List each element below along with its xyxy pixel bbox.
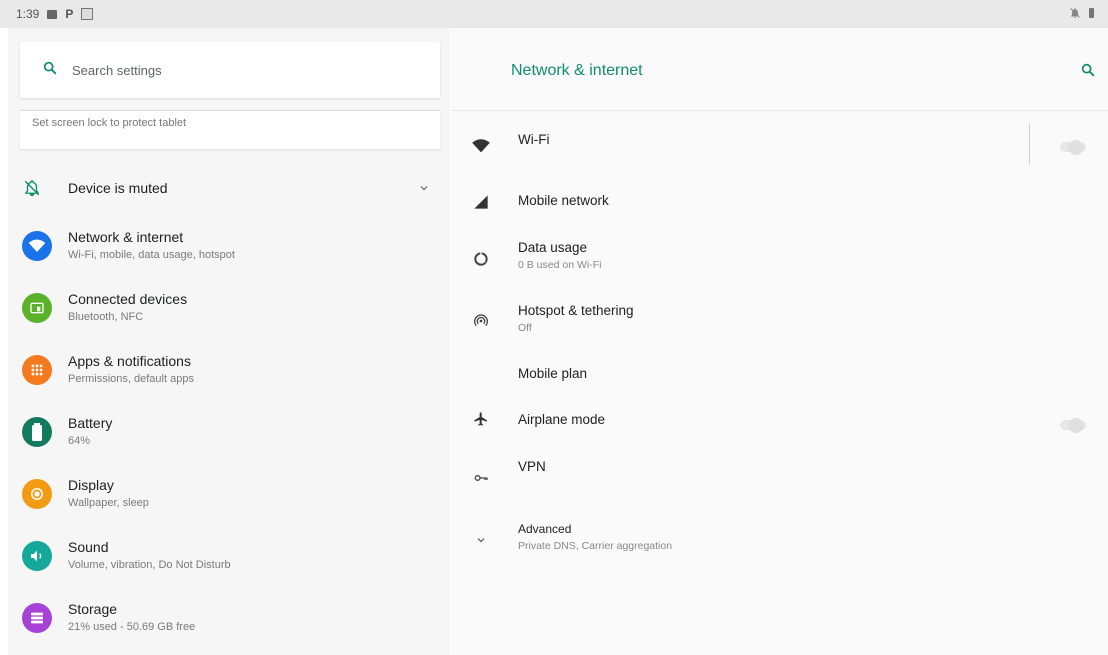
sidebar-item-title: Battery [68,415,113,431]
battery-status-icon [1089,8,1094,18]
data-usage-summary: 0 B used on Wi-Fi [518,259,602,271]
mobile-plan-row[interactable]: Mobile plan [451,356,1108,406]
toggle-thumb [1069,418,1083,432]
sidebar-item-apps[interactable]: Apps & notifications Permissions, defaul… [8,344,450,396]
airplane-icon [471,409,491,429]
vpn-label: VPN [518,459,546,474]
sidebar-item-network[interactable]: Network & internet Wi-Fi, mobile, data u… [8,220,450,272]
sidebar-item-subtitle: Wallpaper, sleep [68,497,149,509]
status-bar: 1:39 P [0,0,1108,28]
sidebar-item-battery[interactable]: Battery 64% [8,406,450,458]
advanced-row[interactable]: Advanced Private DNS, Carrier aggregatio… [451,518,1108,568]
muted-bell-icon [20,179,44,197]
battery-icon [22,417,52,447]
sidebar-item-title: Display [68,477,114,493]
sidebar-item-subtitle: 64% [68,435,91,447]
wifi-icon [22,231,52,261]
parking-icon: P [65,7,74,21]
search-icon[interactable] [1080,62,1096,83]
sidebar-item-sound[interactable]: Sound Volume, vibration, Do Not Disturb [8,530,450,582]
mobile-plan-label: Mobile plan [518,366,588,381]
chevron-down-icon[interactable] [418,181,430,199]
toggle-thumb [1069,140,1083,154]
airplane-mode-label: Airplane mode [518,412,606,427]
volume-icon [22,541,52,571]
wifi-icon [471,136,491,156]
advanced-label: Advanced [518,522,572,536]
device-muted-condition[interactable]: Device is muted [8,168,450,208]
muted-icon [1070,8,1080,18]
sidebar-item-title: Storage [68,601,118,617]
apps-icon [22,355,52,385]
muted-label: Device is muted [68,180,168,196]
sidebar-item-title: Apps & notifications [68,353,191,369]
notification-image-icon [47,9,58,19]
sidebar-item-subtitle: Wi-Fi, mobile, data usage, hotspot [68,249,235,261]
settings-sidebar: Search settings Set screen lock to prote… [8,28,450,655]
sidebar-item-subtitle: Permissions, default apps [68,373,194,385]
vpn-key-icon [471,468,491,488]
wifi-toggle[interactable] [1056,138,1086,154]
mobile-network-row[interactable]: Mobile network [451,178,1108,228]
panel-header: Network & internet [451,28,1108,111]
signal-icon [471,192,491,212]
network-internet-panel: Network & internet Wi-Fi Mobile network … [451,28,1108,655]
chevron-down-icon [471,530,491,550]
sidebar-item-title: Sound [68,539,109,555]
sidebar-item-storage[interactable]: Storage 21% used - 50.69 GB free [8,592,450,644]
sidebar-item-title: Network & internet [68,229,184,245]
data-usage-row[interactable]: Data usage 0 B used on Wi-Fi [451,233,1108,283]
sidebar-item-connected-devices[interactable]: Connected devices Bluetooth, NFC [8,282,450,334]
status-time: 1:39 [16,7,40,21]
storage-icon [22,603,52,633]
mobile-network-label: Mobile network [518,193,609,208]
wifi-setting-row[interactable]: Wi-Fi [451,118,1108,168]
hotspot-icon [471,311,491,331]
sidebar-item-subtitle: 21% used - 50.69 GB free [68,621,196,633]
screen-lock-suggestion[interactable]: Set screen lock to protect tablet [20,110,440,149]
data-usage-icon [471,249,491,269]
page-title: Network & internet [511,62,643,79]
sidebar-item-title: Connected devices [68,291,188,307]
hotspot-status: Off [518,322,532,334]
wifi-label: Wi-Fi [518,132,550,147]
airplane-mode-toggle[interactable] [1056,416,1086,432]
devices-icon [22,293,52,323]
search-placeholder: Search settings [72,62,162,78]
vpn-row[interactable]: VPN [451,448,1108,498]
data-usage-label: Data usage [518,240,588,255]
calendar-icon [81,8,94,20]
search-settings-bar[interactable]: Search settings [20,42,440,98]
airplane-mode-row[interactable]: Airplane mode [451,400,1108,450]
sidebar-item-display[interactable]: Display Wallpaper, sleep [8,468,450,520]
lock-hint-text: Set screen lock to protect tablet [32,117,187,129]
sidebar-item-subtitle: Bluetooth, NFC [68,311,144,323]
sidebar-item-subtitle: Volume, vibration, Do Not Disturb [68,559,231,571]
advanced-summary: Private DNS, Carrier aggregation [518,540,673,552]
search-icon [42,60,58,81]
hotspot-label: Hotspot & tethering [518,303,634,318]
hotspot-tethering-row[interactable]: Hotspot & tethering Off [451,296,1108,346]
brightness-icon [22,479,52,509]
